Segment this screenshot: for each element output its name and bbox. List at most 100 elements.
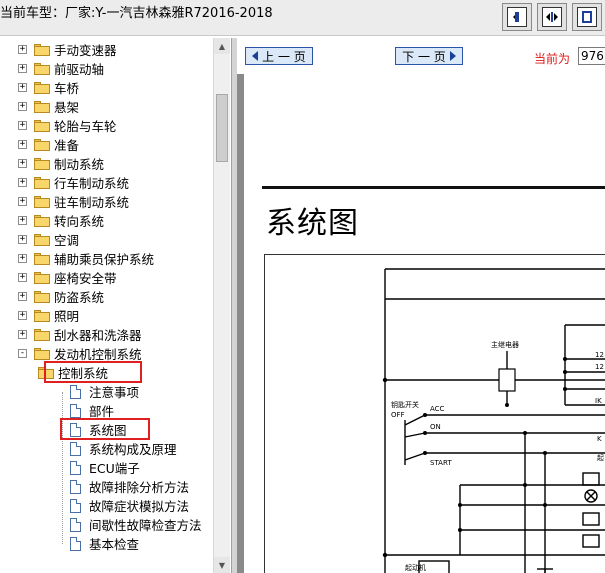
folder-icon [34, 328, 50, 341]
tree-item[interactable]: + 手动变速器 [18, 40, 117, 59]
tree-item[interactable]: 系统构成及原理 [70, 439, 177, 458]
tree-item-label: 转向系统 [54, 214, 105, 229]
scroll-down-icon[interactable]: ▼ [214, 557, 230, 573]
tree-item[interactable]: + 驻车制动系统 [18, 192, 129, 211]
folder-icon [34, 157, 50, 170]
tree-item[interactable]: + 制动系统 [18, 154, 104, 173]
fit-width-button[interactable] [502, 3, 532, 31]
tree-item[interactable]: + 行车制动系统 [18, 173, 129, 192]
pin-qi-label: 起 [597, 454, 604, 462]
folder-icon [34, 119, 50, 132]
tree-item-label: 制动系统 [54, 157, 105, 172]
tree-item-label: 空调 [54, 233, 80, 248]
folder-icon [34, 138, 50, 151]
document-page: 系统图 主继电器 钥匙开关 OFF ACC ON START 起动机 12 12… [244, 74, 605, 573]
tree-item-label: 注意事项 [89, 385, 140, 400]
folder-icon [34, 43, 50, 56]
expand-icon[interactable]: + [18, 235, 27, 244]
tree-item-label: 车桥 [54, 81, 80, 96]
folder-icon [34, 62, 50, 75]
expand-icon[interactable]: + [18, 45, 27, 54]
tree-item[interactable]: + 防盗系统 [18, 287, 104, 306]
expand-icon[interactable]: + [18, 292, 27, 301]
document-icon [70, 384, 81, 399]
scroll-thumb[interactable] [216, 94, 228, 162]
tree-item[interactable]: + 刮水器和洗涤器 [18, 325, 142, 344]
tree-item[interactable]: ECU端子 [70, 458, 140, 477]
tree-item[interactable]: + 空调 [18, 230, 79, 249]
tree-item[interactable]: + 轮胎与车轮 [18, 116, 117, 135]
starter-label: 起动机 [405, 563, 426, 572]
tree-item-label: 辅助乘员保护系统 [54, 252, 155, 267]
scroll-up-icon[interactable]: ▲ [214, 38, 230, 54]
expand-icon[interactable]: + [18, 64, 27, 73]
expand-icon[interactable]: + [18, 311, 27, 320]
next-page-button[interactable]: 下 一 页 [395, 47, 463, 65]
fit-page-button[interactable] [572, 3, 602, 31]
ignition-acc-label: ACC [430, 405, 445, 413]
tree-item-label: 间歇性故障检查方法 [89, 518, 202, 533]
ignition-off-label: OFF [391, 411, 405, 419]
fit-width-icon [507, 7, 527, 27]
document-icon [70, 498, 81, 513]
expand-icon[interactable]: + [18, 102, 27, 111]
folder-icon [34, 100, 50, 113]
document-icon [70, 403, 81, 418]
tree-item[interactable]: 注意事项 [70, 382, 139, 401]
main-relay-label: 主继电器 [491, 340, 519, 349]
tree-item[interactable]: 故障症状模拟方法 [70, 496, 189, 515]
tree-item-label: 座椅安全带 [54, 271, 117, 286]
expand-icon[interactable]: + [18, 197, 27, 206]
highlight-box-system-diagram [60, 418, 150, 440]
current-page-input[interactable]: 976 [578, 47, 605, 65]
folder-icon [34, 252, 50, 265]
tree-item-label: 照明 [54, 309, 80, 324]
collapse-icon[interactable]: - [18, 349, 27, 358]
tree-item[interactable]: + 准备 [18, 135, 79, 154]
tree-item-label: 轮胎与车轮 [54, 119, 117, 134]
next-page-label: 下 一 页 [402, 49, 446, 64]
fit-both-button[interactable] [537, 3, 567, 31]
expand-icon[interactable]: + [18, 330, 27, 339]
tree-item[interactable]: + 前驱动轴 [18, 59, 104, 78]
tree-item[interactable]: + 悬架 [18, 97, 79, 116]
expand-icon[interactable]: + [18, 254, 27, 263]
pin-12a-label: 12 [595, 351, 604, 359]
tree-item[interactable]: 基本检查 [70, 534, 139, 553]
tree-item[interactable]: 故障排除分析方法 [70, 477, 189, 496]
folder-icon [34, 195, 50, 208]
tree-connector [62, 392, 63, 544]
expand-icon[interactable]: + [18, 83, 27, 92]
tree-item-label: 系统构成及原理 [89, 442, 177, 457]
prev-page-button[interactable]: 上 一 页 [245, 47, 313, 65]
page-heading: 系统图 [266, 206, 359, 241]
ignition-switch-label: 钥匙开关 [391, 400, 419, 409]
tree-item[interactable]: + 照明 [18, 306, 79, 325]
highlight-box-control-system [44, 361, 142, 383]
tree-item[interactable]: + 车桥 [18, 78, 79, 97]
tree-item[interactable]: 间歇性故障检查方法 [70, 515, 202, 534]
tree-item[interactable]: + 转向系统 [18, 211, 104, 230]
tree-item-label: 手动变速器 [54, 43, 117, 58]
document-icon [70, 517, 81, 532]
tree-item-label: 准备 [54, 138, 80, 153]
right-arrow-icon [449, 51, 456, 61]
tree-item[interactable]: + 辅助乘员保护系统 [18, 249, 154, 268]
expand-icon[interactable]: + [18, 178, 27, 187]
ignition-start-label: START [430, 459, 452, 467]
chapter-tree[interactable]: + 手动变速器 + 前驱动轴 + 车桥 + 悬架 + 轮胎与车轮 + 准备 + 制动系统 + 行车制动系统 + 驻… [0, 38, 230, 573]
expand-icon[interactable]: + [18, 216, 27, 225]
tree-item-label: ECU端子 [89, 461, 140, 476]
expand-icon[interactable]: + [18, 159, 27, 168]
folder-icon [34, 271, 50, 284]
expand-icon[interactable]: + [18, 273, 27, 282]
expand-icon[interactable]: + [18, 121, 27, 130]
tree-item-label: 防盗系统 [54, 290, 105, 305]
expand-icon[interactable]: + [18, 140, 27, 149]
folder-icon [34, 176, 50, 189]
document-icon [70, 479, 81, 494]
fit-both-icon [542, 7, 562, 27]
tree-item[interactable]: + 座椅安全带 [18, 268, 117, 287]
document-icon [70, 460, 81, 475]
tree-scrollbar[interactable]: ▲ ▼ [213, 38, 230, 573]
